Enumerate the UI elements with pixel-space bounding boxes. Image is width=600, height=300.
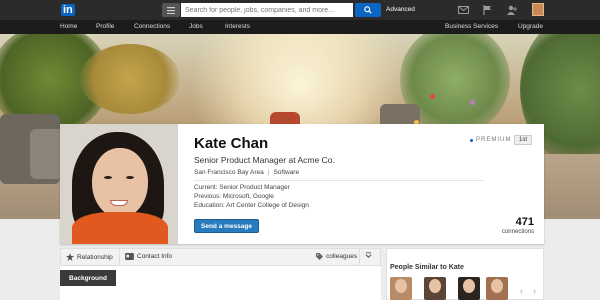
profile-current: Current: Senior Product Manager xyxy=(194,184,290,191)
nav-jobs[interactable]: Jobs xyxy=(189,23,203,30)
tag-colleagues[interactable]: colleagues xyxy=(316,253,357,260)
list-icon[interactable] xyxy=(162,3,180,17)
expand-button[interactable] xyxy=(365,252,372,259)
connections-count[interactable]: 471 xyxy=(516,216,534,228)
tab-contact-info[interactable]: Contact Info xyxy=(125,253,172,260)
profile-previous: Previous: Microsoft, Google xyxy=(194,193,274,200)
premium-dot-icon xyxy=(470,138,473,142)
flag-icon[interactable] xyxy=(481,4,493,16)
chevron-right-icon[interactable]: › xyxy=(533,286,536,296)
contact-card-icon xyxy=(125,253,134,260)
profile-headline: Senior Product Manager at Acme Co. xyxy=(194,155,335,165)
top-bar: in Advanced xyxy=(0,0,600,20)
linkedin-logo[interactable]: in xyxy=(60,2,80,18)
connection-degree-badge: 1st xyxy=(514,135,532,145)
tab-relationship[interactable]: Relationship xyxy=(66,253,113,261)
nav-upgrade[interactable]: Upgrade xyxy=(518,23,543,30)
search-icon xyxy=(364,6,372,14)
chevron-left-icon[interactable]: ‹ xyxy=(520,286,523,296)
nav-bar: Home Profile Connections Jobs Interests … xyxy=(0,20,600,34)
profile-details: Current: Senior Product Manager Previous… xyxy=(194,183,309,210)
search-input[interactable] xyxy=(181,3,353,17)
similar-person-avatar[interactable] xyxy=(390,277,412,300)
people-similar-title: People Similar to Kate xyxy=(390,264,464,271)
profile-photo xyxy=(60,124,178,244)
advanced-search-link[interactable]: Advanced xyxy=(386,6,415,13)
nav-interests[interactable]: Interests xyxy=(225,23,250,30)
premium-badge: PREMIUM xyxy=(470,137,511,143)
connections-label: connections xyxy=(501,229,534,235)
divider xyxy=(194,180,484,181)
similar-person-avatar[interactable] xyxy=(486,277,508,300)
nav-profile[interactable]: Profile xyxy=(96,23,114,30)
similar-person-avatar[interactable] xyxy=(424,277,446,300)
mail-icon[interactable] xyxy=(457,4,469,16)
chevron-down-icon xyxy=(365,252,372,258)
similar-person-avatar[interactable] xyxy=(458,277,480,300)
nav-home[interactable]: Home xyxy=(60,23,77,30)
profile-location[interactable]: San Francisco Bay Area xyxy=(194,169,264,176)
star-icon xyxy=(66,253,74,261)
tag-icon xyxy=(316,253,323,260)
logo-text: in xyxy=(61,4,75,16)
tag-label: colleagues xyxy=(326,253,358,260)
send-message-button[interactable]: Send a message xyxy=(194,219,259,233)
tab-contact-info-label: Contact Info xyxy=(137,253,173,260)
profile-card: Kate Chan Senior Product Manager at Acme… xyxy=(60,124,544,244)
search-button[interactable] xyxy=(355,3,381,17)
nav-business-services[interactable]: Business Services xyxy=(445,23,498,30)
profile-avatar[interactable] xyxy=(532,3,544,16)
profile-industry[interactable]: Software xyxy=(273,169,299,176)
profile-meta: San Francisco Bay Area | Software xyxy=(194,169,300,176)
profile-name: Kate Chan xyxy=(194,135,269,152)
profile-education: Education: Art Center College of Design xyxy=(194,202,309,209)
add-connection-icon[interactable] xyxy=(506,4,518,16)
background-section-tab[interactable]: Background xyxy=(60,270,116,286)
nav-connections[interactable]: Connections xyxy=(134,23,170,30)
relationship-tab-bar: Relationship Contact Info colleagues xyxy=(60,248,381,267)
premium-label: PREMIUM xyxy=(476,137,512,143)
tab-relationship-label: Relationship xyxy=(77,253,113,261)
